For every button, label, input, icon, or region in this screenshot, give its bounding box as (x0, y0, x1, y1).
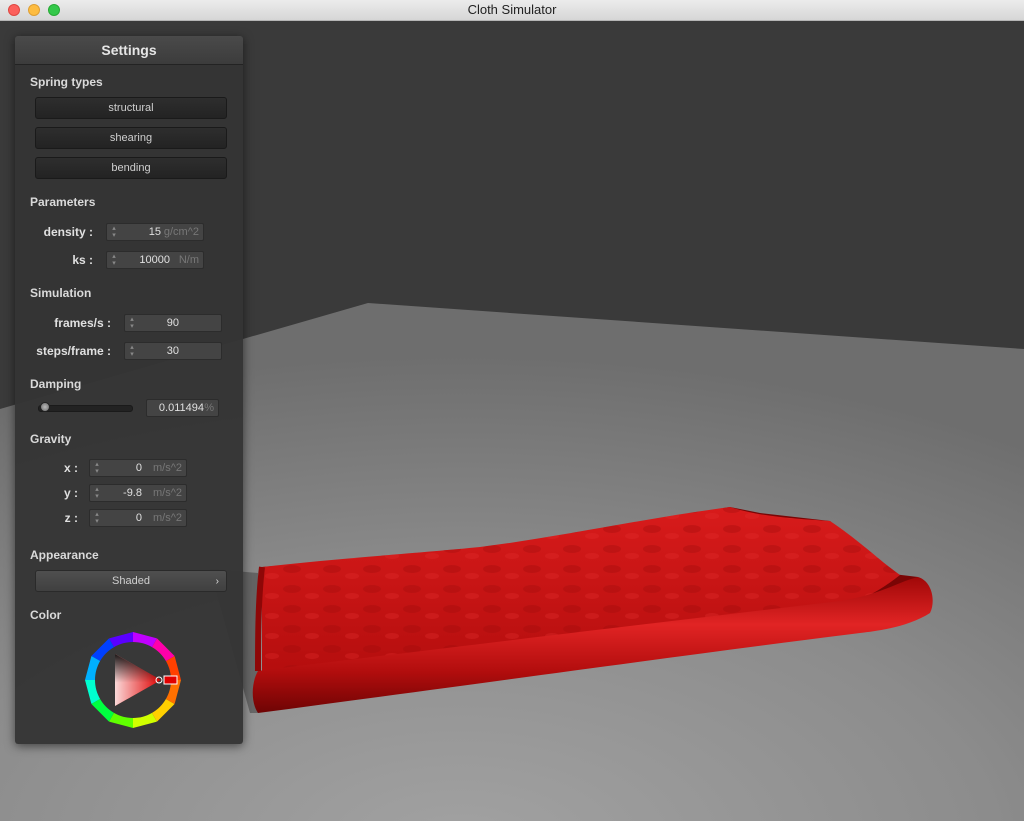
density-value: 15 (148, 226, 161, 238)
ks-unit: N/m (178, 254, 199, 266)
gravity-y-value: -9.8 (123, 487, 142, 499)
parameters-heading: Parameters (30, 195, 96, 209)
shearing-button[interactable]: shearing (35, 127, 227, 149)
ks-stepper-icon[interactable]: ▴ ▾ (110, 253, 118, 267)
window-titlebar: Cloth Simulator (0, 0, 1024, 21)
gravity-z-label: z : (64, 511, 78, 525)
steps-per-frame-value: 30 (166, 345, 179, 357)
hue-selector-handle[interactable] (163, 675, 178, 685)
fps-field[interactable]: ▴ ▾ 90 (124, 314, 222, 332)
fps-value: 90 (166, 317, 179, 329)
gravity-z-unit: m/s^2 (153, 512, 182, 524)
color-heading: Color (30, 608, 62, 622)
gravity-heading: Gravity (30, 432, 72, 446)
steps-stepper-icon[interactable]: ▴ ▾ (128, 344, 136, 358)
bending-button[interactable]: bending (35, 157, 227, 179)
color-triangle-black (115, 654, 161, 706)
fps-label: frames/s : (54, 316, 111, 330)
ks-field[interactable]: ▴ ▾ 10000 N/m (106, 251, 204, 269)
structural-button[interactable]: structural (35, 97, 227, 119)
gravity-x-field[interactable]: ▴ ▾ 0 m/s^2 (89, 459, 187, 477)
gravity-y-field[interactable]: ▴ ▾ -9.8 m/s^2 (89, 484, 187, 502)
gravity-y-label: y : (63, 486, 78, 500)
gravity-x-value: 0 (135, 462, 142, 474)
appearance-dropdown[interactable]: Shaded › (35, 570, 227, 592)
gravity-z-stepper-icon[interactable]: ▴ ▾ (93, 511, 101, 525)
gravity-z-value: 0 (135, 512, 142, 524)
gravity-x-unit: m/s^2 (153, 462, 182, 474)
fps-stepper-icon[interactable]: ▴ ▾ (128, 316, 136, 330)
spring-types-heading: Spring types (30, 75, 103, 89)
simulation-heading: Simulation (30, 286, 92, 300)
damping-unit: % (204, 402, 214, 414)
gravity-y-unit: m/s^2 (153, 487, 182, 499)
ks-label: ks : (72, 253, 93, 267)
damping-heading: Damping (30, 377, 82, 391)
chevron-right-icon: › (215, 576, 219, 587)
gravity-y-stepper-icon[interactable]: ▴ ▾ (93, 486, 101, 500)
density-label: density : (43, 225, 93, 239)
density-field[interactable]: ▴ ▾ 15 g/cm^2 (106, 223, 204, 241)
density-unit: g/cm^2 (163, 226, 199, 238)
gravity-z-field[interactable]: ▴ ▾ 0 m/s^2 (89, 509, 187, 527)
damping-value: 0.011494 (158, 402, 204, 414)
settings-panel-title[interactable]: Settings (15, 36, 243, 65)
damping-slider-knob[interactable] (39, 402, 50, 412)
gravity-x-stepper-icon[interactable]: ▴ ▾ (93, 461, 101, 475)
steps-per-frame-label: steps/frame : (36, 344, 111, 358)
settings-panel: Settings Spring types structural shearin… (15, 36, 243, 744)
damping-field[interactable]: 0.011494 % (146, 399, 219, 417)
density-stepper-icon[interactable]: ▴ ▾ (110, 225, 118, 239)
ks-value: 10000 (139, 254, 170, 266)
color-wheel[interactable] (85, 632, 181, 728)
appearance-selected: Shaded (112, 575, 150, 587)
window-title: Cloth Simulator (467, 2, 557, 17)
damping-slider[interactable] (38, 405, 133, 412)
appearance-heading: Appearance (30, 548, 99, 562)
gravity-x-label: x : (63, 461, 78, 475)
steps-per-frame-field[interactable]: ▴ ▾ 30 (124, 342, 222, 360)
